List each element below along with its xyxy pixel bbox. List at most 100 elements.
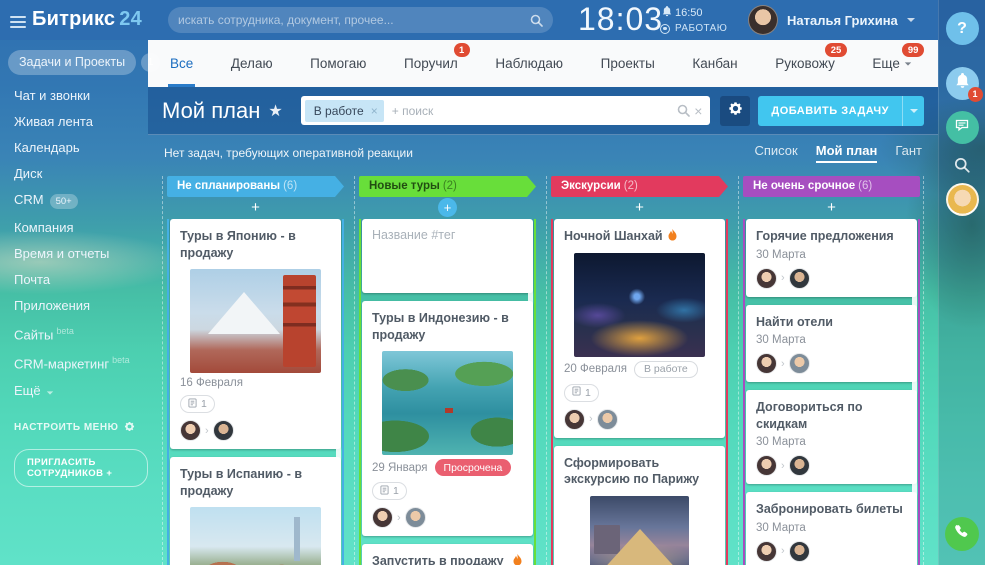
tab-bar: Все Делаю Помогаю Поручил1 Наблюдаю Проекты Ка…	[148, 40, 938, 87]
task-card[interactable]: Сформировать экскурсию по Парижу29 Марта…	[554, 446, 725, 565]
beta-label: beta	[112, 355, 130, 365]
view-Гант[interactable]: Гант	[895, 143, 922, 163]
tab-Делаю[interactable]: Делаю	[229, 40, 275, 87]
task-title-text: Ночной Шанхай	[564, 228, 663, 245]
column-count: (2)	[624, 180, 638, 192]
tab-badge: 1	[454, 43, 470, 57]
plus-icon: +	[438, 198, 457, 217]
view-Мой план[interactable]: Мой план	[816, 143, 878, 163]
task-card[interactable]: Горячие предложения30 Марта›	[746, 219, 917, 297]
tab-Все[interactable]: Все	[168, 40, 195, 87]
chat-button[interactable]	[946, 111, 979, 144]
column-header[interactable]: Новые туры(2)	[359, 176, 536, 197]
tab-Помогаю[interactable]: Помогаю	[308, 40, 368, 87]
task-card[interactable]: Туры в Индонезию - в продажу29 ЯнваряПро…	[362, 301, 533, 536]
hamburger-menu-icon[interactable]	[10, 13, 26, 31]
help-button[interactable]: ?	[946, 12, 979, 45]
notifications-button[interactable]: 1	[946, 67, 979, 100]
user-avatar	[748, 5, 778, 35]
task-card[interactable]: Запустить в продажу тур во Францию	[362, 544, 533, 565]
tab-Поручил[interactable]: Поручил1	[402, 40, 460, 87]
quick-add-card[interactable]: Название #тег	[362, 219, 533, 293]
kanban-column: Не спланированы(6)+Туры в Японию - в про…	[162, 176, 347, 565]
sidebar-item[interactable]: Живая лента	[14, 113, 148, 130]
page-title: Мой план	[162, 98, 260, 124]
view-Список[interactable]: Список	[754, 143, 797, 163]
bell-icon	[662, 6, 672, 20]
add-card-button[interactable]: +	[167, 197, 344, 219]
sidebar-item-badge: 1	[141, 53, 160, 72]
sidebar-item[interactable]: Компания	[14, 219, 148, 236]
task-avatars: ›	[756, 353, 907, 374]
chevron-right-icon: ›	[781, 545, 785, 557]
add-card-button[interactable]: +	[359, 197, 536, 219]
app-logo: Битрикс24	[32, 8, 142, 31]
sidebar-item[interactable]: CRM50+	[14, 191, 148, 210]
sidebar-item[interactable]: Приложения	[14, 297, 148, 314]
sidebar-item[interactable]: Календарь	[14, 139, 148, 156]
column-header[interactable]: Экскурсии(2)	[551, 176, 728, 197]
rail-search-button[interactable]	[954, 157, 970, 173]
add-task-button[interactable]: ДОБАВИТЬ ЗАДАЧУ	[758, 96, 924, 126]
column-header[interactable]: Не очень срочное(6)	[743, 176, 920, 197]
sidebar-item[interactable]: Почта	[14, 271, 148, 288]
task-title-text: Запустить в продажу тур во Францию	[372, 553, 508, 565]
worktime-clock[interactable]: 18:03	[578, 1, 663, 38]
column-scrollbar[interactable]	[528, 223, 533, 334]
sidebar-menu: Задачи и Проекты1 Чат и звонки Живая лента…	[0, 40, 148, 565]
task-meta: 20 ФевраляВ работе	[564, 361, 715, 378]
sidebar-item[interactable]: Диск	[14, 165, 148, 182]
tab-badge: 25	[825, 43, 847, 57]
right-rail: ? 1	[938, 0, 985, 565]
sidebar-item[interactable]: CRM-маркетингbeta	[14, 352, 148, 372]
column-header[interactable]: Не спланированы(6)	[167, 176, 344, 197]
task-card-title: Туры в Испанию - в продажу	[180, 466, 331, 499]
configure-menu-button[interactable]: НАСТРОИТЬ МЕНЮ	[14, 421, 148, 435]
column-scrollbar[interactable]	[912, 223, 917, 548]
checklist-icon	[572, 386, 581, 399]
task-card[interactable]: Туры в Японию - в продажу16 Февраля1›	[170, 219, 341, 449]
filter-search-input[interactable]	[384, 104, 673, 118]
alarm-time[interactable]: 16:50	[662, 6, 703, 20]
sidebar-item[interactable]: Ещё	[14, 382, 148, 399]
tab-Наблюдаю[interactable]: Наблюдаю	[493, 40, 565, 87]
sidebar-item[interactable]: Сайтыbeta	[14, 323, 148, 343]
task-card[interactable]: Ночной Шанхай20 ФевраляВ работе1›	[554, 219, 725, 438]
column-scrollbar[interactable]	[336, 223, 341, 465]
task-card[interactable]: Забронировать билеты30 Марта›	[746, 492, 917, 565]
column-scrollbar[interactable]	[720, 223, 725, 396]
fire-icon	[512, 554, 523, 565]
tab-Руковожу[interactable]: Руковожу25	[773, 40, 837, 87]
avatar	[213, 420, 234, 441]
add-card-button[interactable]: +	[743, 197, 920, 219]
clear-filter-icon[interactable]: ×	[694, 103, 702, 119]
global-search-input[interactable]	[178, 13, 526, 27]
work-status[interactable]: РАБОТАЮ	[660, 23, 727, 34]
search-icon[interactable]	[530, 14, 543, 27]
add-card-button[interactable]: +	[551, 197, 728, 219]
invite-employees-button[interactable]: ПРИГЛАСИТЬ СОТРУДНИКОВ +	[14, 449, 148, 487]
sidebar-item-label: Диск	[14, 166, 42, 181]
phone-call-button[interactable]	[945, 517, 979, 551]
sidebar-item[interactable]: Время и отчеты	[14, 245, 148, 262]
add-task-dropdown[interactable]	[902, 96, 924, 126]
close-icon[interactable]: ×	[371, 104, 378, 118]
tab-Канбан[interactable]: Канбан	[690, 40, 739, 87]
checklist-counter: 1	[180, 395, 215, 413]
task-card[interactable]: Туры в Испанию - в продажу13 Февраля1›	[170, 457, 341, 565]
sidebar-item[interactable]: Задачи и Проекты1	[8, 50, 148, 75]
phone-icon	[954, 524, 970, 545]
task-card[interactable]: Найти отели30 Марта›	[746, 305, 917, 383]
task-meta: 30 Марта	[756, 249, 907, 261]
tab-Проекты[interactable]: Проекты	[599, 40, 657, 87]
filter-chip[interactable]: В работе ×	[305, 100, 384, 122]
task-card[interactable]: Договориться по скидкам30 Марта›	[746, 390, 917, 484]
tab-Еще[interactable]: Еще99	[870, 40, 913, 87]
user-menu[interactable]: Наталья Грихина	[748, 5, 915, 35]
sidebar-item[interactable]: Чат и звонки	[14, 87, 148, 104]
search-icon[interactable]	[677, 104, 690, 117]
rail-avatar[interactable]	[946, 183, 979, 216]
chevron-down-icon	[46, 391, 52, 394]
board-settings-button[interactable]	[720, 96, 750, 126]
favorite-star-icon[interactable]: ★	[268, 101, 282, 121]
